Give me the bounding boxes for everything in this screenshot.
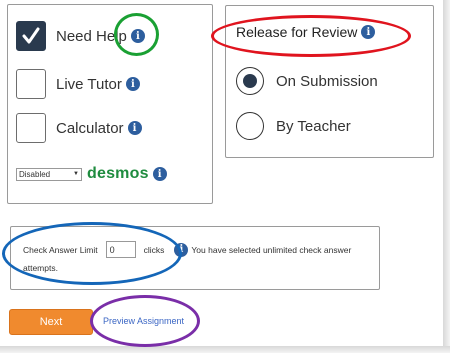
- annotation-red-ellipse: [211, 15, 411, 57]
- radio-selected-dot: [243, 74, 257, 88]
- radio-on-submission[interactable]: [236, 67, 264, 95]
- need-help-checkbox[interactable]: [16, 21, 46, 51]
- radio-by-teacher[interactable]: [236, 112, 264, 140]
- next-button[interactable]: Next: [9, 309, 93, 335]
- annotation-blue-ellipse: [2, 222, 182, 285]
- calculator-row: Calculator i: [16, 113, 142, 143]
- calculator-checkbox[interactable]: [16, 113, 46, 143]
- check-answer-note: You have selected unlimited check answer: [191, 244, 352, 255]
- live-tutor-label: Live Tutor: [56, 75, 122, 93]
- live-tutor-checkbox[interactable]: [16, 69, 46, 99]
- calculator-type-select[interactable]: Disabled ▼: [16, 167, 82, 181]
- info-icon[interactable]: i: [127, 121, 142, 135]
- tools-panel: Need Help i Live Tutor i Calculator i Di…: [7, 4, 213, 204]
- window-shadow-bottom: [0, 346, 450, 353]
- annotation-purple-ellipse: [90, 295, 200, 347]
- info-icon[interactable]: i: [125, 77, 140, 91]
- window-shadow-right: [443, 0, 450, 353]
- radio-on-submission-label: On Submission: [276, 72, 378, 90]
- info-icon[interactable]: i: [152, 167, 167, 181]
- desmos-logo: desmos: [87, 165, 149, 182]
- checkmark-icon: [22, 27, 40, 44]
- dropdown-arrow-icon: ▼: [73, 171, 79, 177]
- calculator-type-value: Disabled: [19, 169, 51, 179]
- desmos-row: Disabled ▼ desmos i: [16, 165, 167, 183]
- annotation-green-ellipse: [114, 13, 159, 56]
- radio-on-submission-row[interactable]: On Submission: [236, 67, 378, 95]
- live-tutor-row: Live Tutor i: [16, 69, 140, 99]
- radio-by-teacher-row[interactable]: By Teacher: [236, 112, 351, 140]
- calculator-label: Calculator: [56, 119, 124, 137]
- radio-by-teacher-label: By Teacher: [276, 117, 351, 135]
